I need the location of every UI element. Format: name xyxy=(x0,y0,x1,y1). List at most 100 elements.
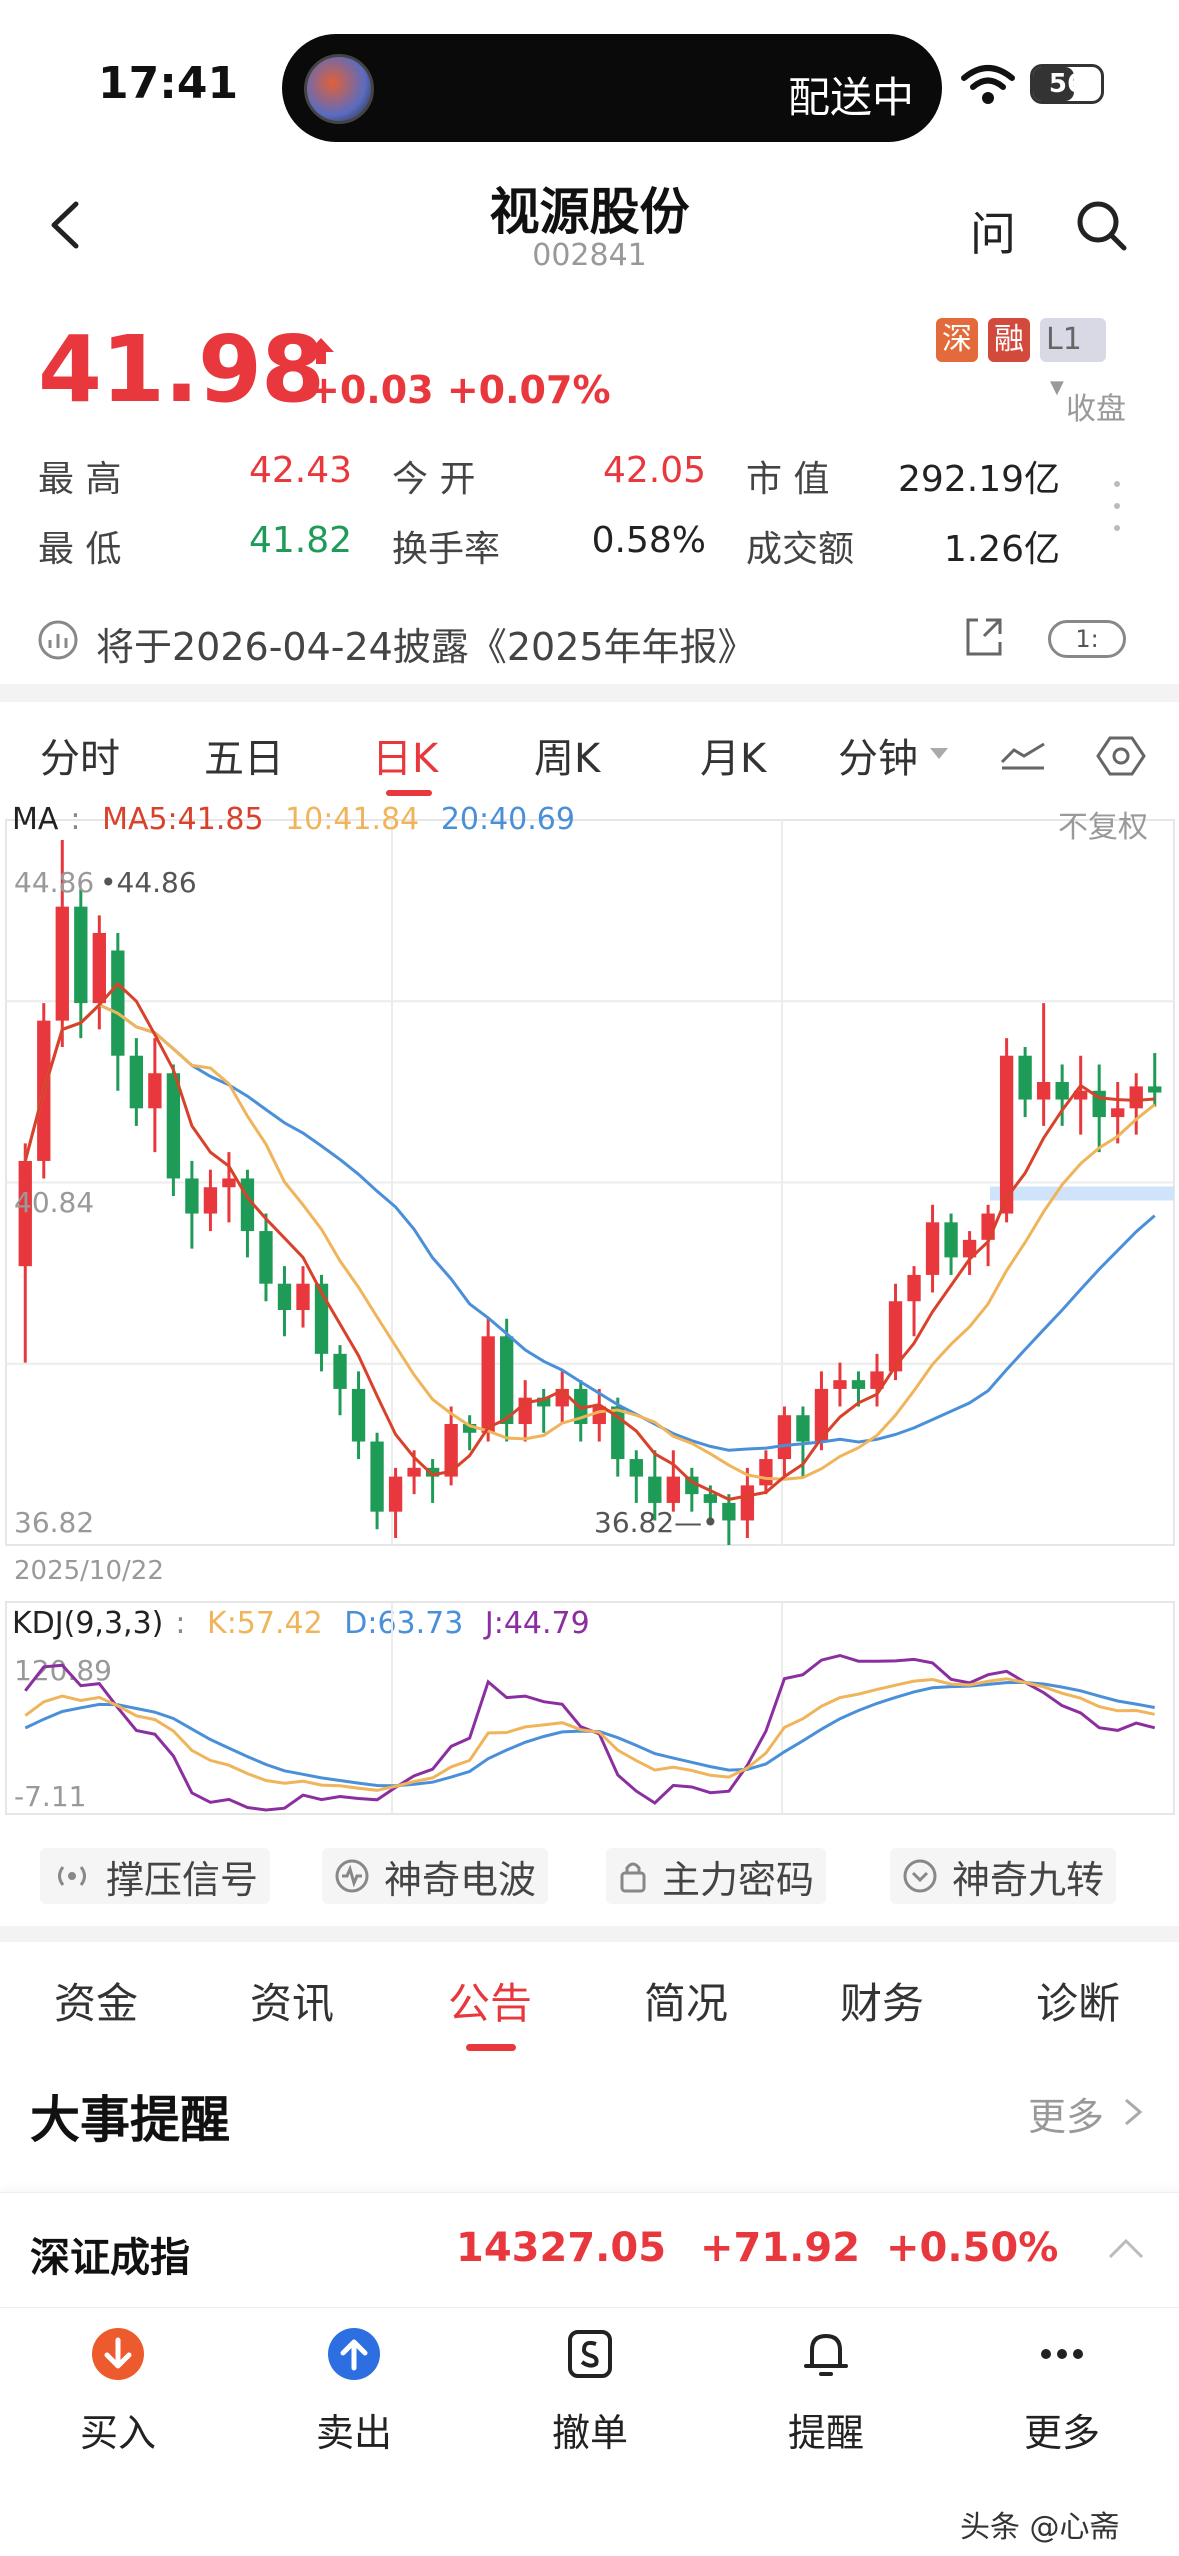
low-label: 最 低 xyxy=(38,529,122,570)
candle-body xyxy=(370,1441,384,1512)
kdj-k-line xyxy=(24,1677,1156,1792)
chevron-right-icon[interactable] xyxy=(1120,2094,1146,2130)
candle-body xyxy=(759,1459,773,1486)
minute-dropdown-icon[interactable] xyxy=(930,748,948,759)
tab-weekly-k[interactable]: 周K xyxy=(534,726,600,784)
candle-body xyxy=(777,1415,792,1460)
settings-hexagon-icon[interactable] xyxy=(1096,736,1146,776)
axis-mid-label: 40.84 xyxy=(14,1186,95,1219)
low-value: 41.82 xyxy=(248,520,352,561)
tab-news[interactable]: 资讯 xyxy=(250,1970,334,2031)
index-change-percent: +0.50% xyxy=(886,2225,1059,2271)
status-time: 17:41 xyxy=(98,58,239,109)
candle-body xyxy=(203,1187,218,1214)
kdj-d-line xyxy=(24,1680,1155,1788)
chevron-up-icon[interactable] xyxy=(1106,2237,1146,2261)
tab-monthly-k[interactable]: 月K xyxy=(700,726,766,784)
axis-bottom-label: 36.82 xyxy=(14,1506,95,1539)
ma5-value: MA5:41.85 xyxy=(102,802,264,837)
open-label: 今 开 xyxy=(392,459,476,500)
candle-body xyxy=(129,1055,144,1109)
max-price-value: 44.86 xyxy=(116,866,197,899)
candle-body xyxy=(833,1380,847,1389)
adjust-mode[interactable]: 不复权 xyxy=(1058,802,1148,846)
events-more-link[interactable]: 更多 xyxy=(1028,2086,1104,2141)
ma10-line xyxy=(23,1003,1156,1481)
ma5-line xyxy=(23,981,1155,1501)
candle-body xyxy=(944,1222,958,1258)
turnover-value: 0.58% xyxy=(591,520,706,561)
tab-profile[interactable]: 简况 xyxy=(644,1970,728,2031)
magic-wave-label: 神奇电波 xyxy=(384,1857,537,1902)
support-resistance-button[interactable]: 撑压信号 xyxy=(40,1848,271,1904)
candle-body xyxy=(981,1213,995,1240)
candle-body xyxy=(55,906,69,1021)
chart-period-tabs: 分时 五日 日K 周K 月K 分钟 xyxy=(0,712,1179,796)
mcap-value: 292.19亿 xyxy=(898,459,1060,500)
index-change: +71.92 xyxy=(700,2225,861,2271)
cancel-order-label: 撤单 xyxy=(551,2411,628,2455)
magic-nine-button[interactable]: 神奇九转 xyxy=(890,1848,1117,1904)
candle-body xyxy=(1148,1086,1162,1093)
cancel-order-icon xyxy=(568,2330,612,2378)
battery-icon: 56 xyxy=(1030,64,1104,104)
index-name: 深证成指 xyxy=(30,2235,190,2281)
candle-body xyxy=(222,1178,236,1188)
candle-body xyxy=(703,1494,718,1503)
support-band xyxy=(990,1186,1174,1201)
kline-chart[interactable] xyxy=(0,800,1179,1550)
chevron-circle-icon xyxy=(903,1859,937,1893)
notice-count-badge[interactable]: 1: xyxy=(1048,620,1126,658)
candle-body xyxy=(740,1485,755,1521)
more-vertical-icon[interactable] xyxy=(1112,476,1122,536)
tab-financials[interactable]: 财务 xyxy=(840,1970,924,2031)
candle-body xyxy=(351,1388,366,1442)
candle-body xyxy=(666,1476,680,1503)
alert-button[interactable]: 提醒 xyxy=(726,2318,926,2458)
main-force-code-button[interactable]: 主力密码 xyxy=(606,1848,827,1904)
lock-icon xyxy=(620,1862,646,1893)
buy-label: 买入 xyxy=(79,2411,156,2455)
line-chart-icon[interactable] xyxy=(1000,740,1046,770)
candle-body xyxy=(629,1459,643,1477)
magic-wave-button[interactable]: 神奇电波 xyxy=(322,1848,549,1904)
buy-icon xyxy=(92,2328,144,2380)
tab-announcements[interactable]: 公告 xyxy=(448,1970,532,2031)
candle-body xyxy=(277,1283,292,1310)
candle-body xyxy=(500,1336,514,1424)
status-bar: 17:41 配送中 56 xyxy=(0,0,1179,170)
dynamic-island[interactable]: 配送中 xyxy=(282,34,942,142)
tab-daily-k[interactable]: 日K xyxy=(372,726,438,784)
ma-legend: MA: MA5:41.85 10:41.84 20:40.69 xyxy=(12,802,575,837)
index-ticker-bar[interactable]: 深证成指 14327.05 +71.92 +0.50% xyxy=(0,2192,1179,2308)
candle-body xyxy=(481,1336,495,1433)
search-icon[interactable] xyxy=(1072,196,1132,256)
ma10-value: 10:41.84 xyxy=(285,802,420,837)
candle-body xyxy=(333,1353,347,1389)
more-button[interactable]: 更多 xyxy=(962,2318,1162,2458)
ask-button[interactable]: 问 xyxy=(970,198,1016,264)
tab-diagnosis[interactable]: 诊断 xyxy=(1036,1970,1120,2031)
max-price-marker: •44.86 xyxy=(100,866,197,899)
tab-minute[interactable]: 分钟 xyxy=(838,726,918,784)
share-icon[interactable] xyxy=(962,614,1006,660)
tab-intraday[interactable]: 分时 xyxy=(40,726,120,784)
candle-body xyxy=(1129,1086,1143,1109)
kdj-chart[interactable] xyxy=(0,1600,1179,1820)
kdj-frame xyxy=(5,1601,1175,1815)
tab-five-day[interactable]: 五日 xyxy=(204,726,284,784)
support-resistance-label: 撑压信号 xyxy=(106,1857,259,1902)
level-tag[interactable]: L1 ▼ xyxy=(1040,318,1106,398)
tab-funds[interactable]: 资金 xyxy=(54,1970,138,2031)
sell-button[interactable]: 卖出 xyxy=(254,2318,454,2458)
delivery-app-icon xyxy=(304,54,374,124)
candle-body xyxy=(851,1380,866,1389)
disclosure-notice[interactable]: 将于2026-04-24披露《2025年年报》 1: xyxy=(0,600,1179,680)
margin-tag: 融 xyxy=(988,318,1030,362)
wave-icon xyxy=(335,1859,369,1893)
alert-label: 提醒 xyxy=(787,2411,864,2455)
cancel-order-button[interactable]: 撤单 xyxy=(490,2318,690,2458)
candle-body xyxy=(296,1283,310,1310)
buy-button[interactable]: 买入 xyxy=(18,2318,218,2458)
high-value: 42.43 xyxy=(248,450,352,491)
